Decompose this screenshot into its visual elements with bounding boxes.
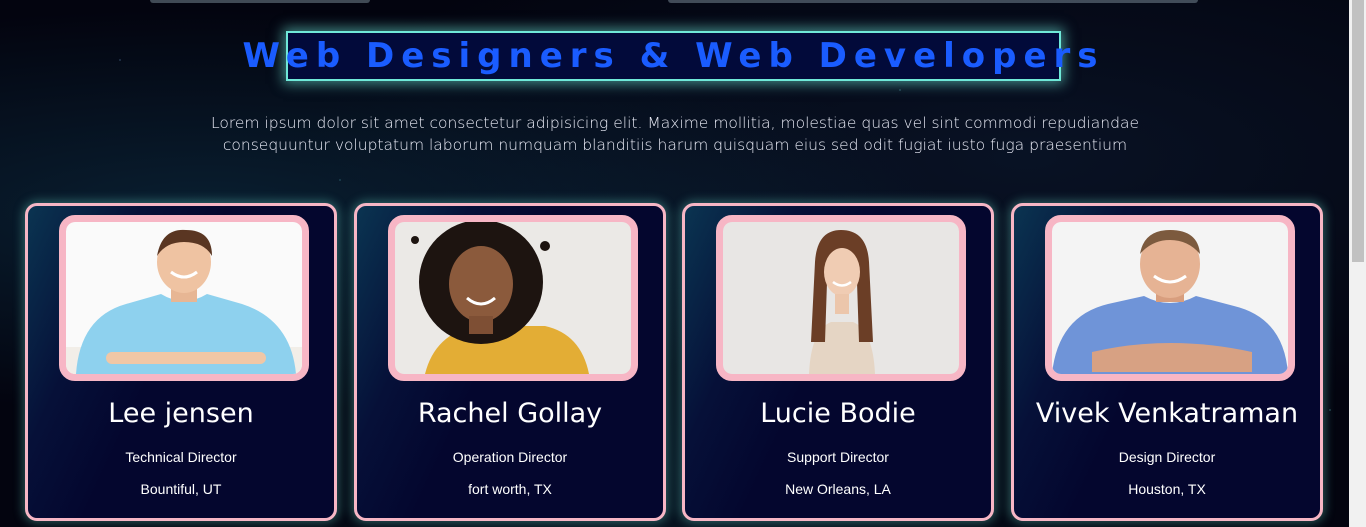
team-page: Web Designers & Web Developers Lorem ips… [0,0,1366,527]
profile-photo-frame [716,215,966,381]
profile-photo-frame [1045,215,1295,381]
top-decoration-right [668,0,1198,3]
member-role: Operation Director [452,449,568,465]
profile-photo-frame [388,215,638,381]
member-role: Support Director [787,449,889,465]
profile-photo [1052,222,1288,374]
intro-paragraph: Lorem ipsum dolor sit amet consectetur a… [211,114,1139,154]
member-location: Bountiful, UT [140,481,222,497]
page-title-box: Web Designers & Web Developers [242,31,1098,81]
member-name: Rachel Gollay [417,398,603,429]
top-decoration-left [150,0,370,3]
scrollbar-thumb[interactable] [1352,0,1364,262]
team-card: Lee jensen Technical Director Bountiful,… [25,203,337,521]
team-card: Vivek Venkatraman Design Director Housto… [1011,203,1323,521]
member-role: Design Director [1118,449,1216,465]
member-role: Technical Director [125,449,237,465]
team-card: Lucie Bodie Support Director New Orleans… [682,203,994,521]
team-card: Rachel Gollay Operation Director fort wo… [354,203,666,521]
member-location: fort worth, TX [468,481,552,497]
member-name: Lee jensen [108,398,254,429]
member-location: New Orleans, LA [785,481,891,497]
profile-photo-frame [59,215,309,381]
vertical-scrollbar[interactable] [1349,0,1366,527]
page-title: Web Designers & Web Developers [242,36,1105,76]
member-location: Houston, TX [1128,481,1206,497]
profile-photo [66,222,302,374]
team-cards: Lee jensen Technical Director Bountiful,… [25,203,1325,523]
profile-photo [723,222,959,374]
profile-photo [395,222,631,374]
member-name: Vivek Venkatraman [1035,398,1299,429]
member-name: Lucie Bodie [760,398,916,429]
